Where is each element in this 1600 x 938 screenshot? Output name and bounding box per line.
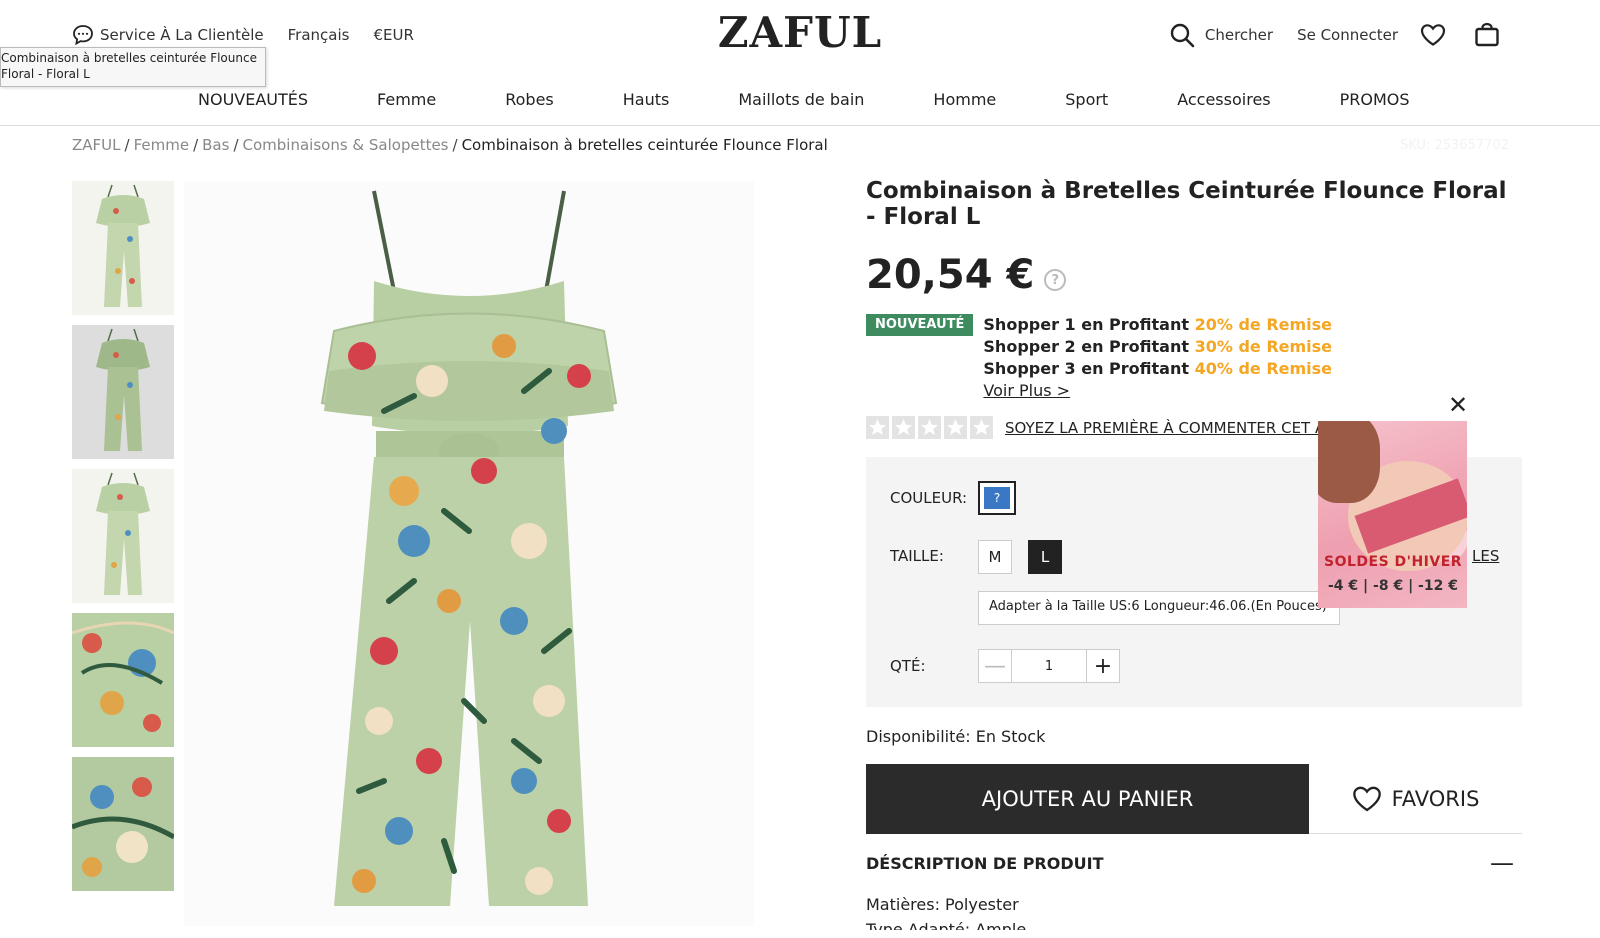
size-fit-info: Adapter à la Taille US:6 Longueur:46.06.… [978, 591, 1340, 625]
model-hair [1318, 421, 1380, 503]
product-thumbnail[interactable] [72, 469, 174, 603]
promo-line: Shopper 1 en Profitant 20% de Remise [983, 314, 1332, 336]
quantity-decrease-button[interactable]: — [978, 649, 1012, 683]
breadcrumb-separator: / [233, 136, 239, 154]
fit-type-text: Type Adapté: Ample [866, 920, 1027, 930]
search-button[interactable]: Chercher [1169, 22, 1273, 48]
breadcrumb-link-femme[interactable]: Femme [134, 136, 190, 154]
close-icon[interactable]: ✕ [1448, 393, 1468, 417]
breadcrumb-link-home[interactable]: ZAFUL [72, 136, 121, 154]
availability-status: Disponibilité: En Stock [866, 727, 1046, 746]
product-price: 20,54 € [866, 252, 1035, 298]
popup-title: SOLDES D'HIVER [1324, 554, 1463, 570]
product-main-image[interactable] [184, 181, 754, 926]
nav-item-maillots[interactable]: Maillots de bain [738, 90, 864, 109]
sku-label: SKU: 253657702 [1400, 138, 1509, 153]
collapse-icon[interactable]: — [1490, 851, 1514, 875]
promo-text: Shopper 3 en Profitant [983, 359, 1195, 378]
size-label: TAILLE: [890, 547, 944, 565]
favorites-button[interactable]: FAVORIS [1309, 764, 1522, 833]
login-link[interactable]: Se Connecter [1297, 26, 1398, 44]
search-label: Chercher [1204, 26, 1274, 44]
add-to-cart-button[interactable]: AJOUTER AU PANIER [866, 764, 1309, 834]
promo-discount: 40% de Remise [1194, 359, 1333, 378]
shopping-bag-icon [1475, 22, 1499, 47]
size-guide-link[interactable]: LES [1472, 547, 1499, 565]
nav-item-homme[interactable]: Homme [933, 90, 996, 109]
promo-discount: 20% de Remise [1194, 315, 1333, 334]
winter-sale-popup[interactable]: SOLDES D'HIVER -4 € | -8 € | -12 € [1318, 421, 1467, 608]
product-thumbnail[interactable] [72, 613, 174, 747]
size-option-m[interactable]: M [978, 540, 1012, 574]
product-title: Combinaison à Bretelles Ceinturée Flounc… [866, 178, 1507, 230]
promo-line: Shopper 3 en Profitant 40% de Remise [983, 358, 1332, 380]
quantity-stepper: — 1 + [978, 649, 1120, 683]
color-swatch[interactable]: ? [978, 481, 1016, 515]
star-icon [970, 416, 993, 439]
star-icon [866, 416, 889, 439]
breadcrumb-separator: / [452, 136, 458, 154]
wishlist-button[interactable] [1420, 23, 1446, 47]
search-icon [1170, 23, 1195, 48]
breadcrumb-separator: / [124, 136, 130, 154]
main-nav: NOUVEAUTÉS Femme Robes Hauts Maillots de… [0, 80, 1600, 126]
product-thumbnail[interactable] [72, 181, 174, 315]
nav-item-hauts[interactable]: Hauts [623, 90, 670, 109]
nav-item-sport[interactable]: Sport [1065, 90, 1108, 109]
materials-text: Matières: Polyester [866, 895, 1019, 914]
breadcrumb-link-combinaisons[interactable]: Combinaisons & Salopettes [243, 136, 449, 154]
breadcrumb: ZAFUL / Femme / Bas / Combinaisons & Salopette… [72, 136, 828, 154]
cart-button[interactable] [1474, 22, 1500, 48]
description-title: DÉSCRIPTION DE PRODUIT [866, 854, 1104, 873]
new-badge: NOUVEAUTÉ [866, 314, 974, 336]
color-swatch-placeholder: ? [983, 486, 1011, 510]
promo-text: Shopper 2 en Profitant [983, 337, 1195, 356]
product-thumbnail[interactable] [72, 325, 174, 459]
quantity-increase-button[interactable]: + [1086, 649, 1120, 683]
help-icon[interactable]: ? [1044, 269, 1067, 291]
see-more-link[interactable]: Voir Plus > [983, 380, 1332, 402]
promo-discount: 30% de Remise [1194, 337, 1333, 356]
promo-lines: Shopper 1 en Profitant 20% de Remise Sho… [983, 314, 1332, 402]
breadcrumb-link-bas[interactable]: Bas [202, 136, 229, 154]
size-option-l[interactable]: L [1028, 540, 1062, 574]
breadcrumb-separator: / [193, 136, 199, 154]
breadcrumb-current: Combinaison à bretelles ceinturée Flounc… [461, 136, 828, 154]
nav-item-femme[interactable]: Femme [377, 90, 436, 109]
nav-item-accessoires[interactable]: Accessoires [1177, 90, 1270, 109]
favorites-label: FAVORIS [1391, 786, 1480, 811]
star-icon [944, 416, 967, 439]
top-right-actions: Chercher Se Connecter [1169, 22, 1500, 48]
nav-item-nouveautes[interactable]: NOUVEAUTÉS [198, 90, 308, 109]
star-icon [918, 416, 941, 439]
product-thumbnail[interactable] [72, 757, 174, 891]
quantity-input[interactable]: 1 [1012, 649, 1086, 683]
star-icon [892, 416, 915, 439]
thumbnail-gallery [72, 181, 174, 901]
popup-prices: -4 € | -8 € | -12 € [1328, 578, 1458, 594]
nav-item-robes[interactable]: Robes [505, 90, 554, 109]
promo-text: Shopper 1 en Profitant [983, 315, 1195, 334]
promo-line: Shopper 2 en Profitant 30% de Remise [983, 336, 1332, 358]
cta-row: AJOUTER AU PANIER FAVORIS [866, 764, 1522, 834]
heart-icon [1420, 24, 1446, 46]
promotion-block: NOUVEAUTÉ Shopper 1 en Profitant 20% de … [866, 314, 1522, 402]
description-header[interactable]: DÉSCRIPTION DE PRODUIT — [866, 851, 1522, 875]
nav-item-promos[interactable]: PROMOS [1340, 90, 1410, 109]
quantity-label: QTÉ: [890, 657, 926, 675]
color-label: COULEUR: [890, 489, 968, 507]
price-row: 20,54 € ? [866, 252, 1522, 298]
heart-icon [1352, 786, 1381, 811]
rating-stars [866, 416, 993, 439]
